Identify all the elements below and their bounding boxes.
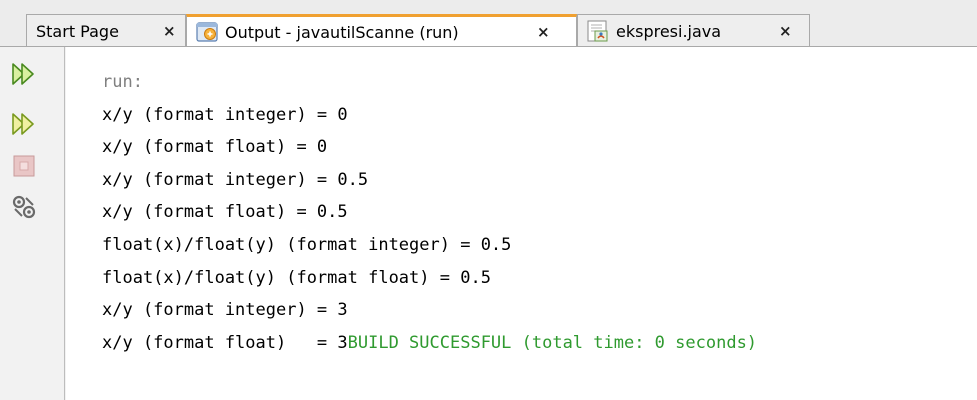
tab-ekspresi-java[interactable]: ekspresi.java × <box>577 14 810 47</box>
output-console[interactable]: run: x/y (format integer) = 0 x/y (forma… <box>102 66 757 359</box>
editor-tab-bar: Start Page × Output - javautilScanne (ru… <box>0 0 977 47</box>
console-run-line: run: <box>102 72 143 92</box>
tab-output-label: Output - javautilScanne (run) <box>225 22 459 42</box>
build-status: BUILD SUCCESSFUL (total time: 0 seconds) <box>347 332 758 353</box>
console-line: x/y (format integer) = 3 <box>102 300 348 321</box>
tab-ekspresi-label: ekspresi.java <box>616 21 722 41</box>
console-line: x/y (format integer) = 0.5 <box>102 169 369 190</box>
console-line: x/y (format integer) = 0 <box>102 104 348 125</box>
double-play-icon <box>12 63 34 85</box>
double-play-icon <box>12 113 34 135</box>
console-last-line-text: x/y (format float) = 3 <box>102 332 348 353</box>
rerun-with-different-params-button[interactable] <box>10 110 38 138</box>
console-line: float(x)/float(y) (format float) = 0.5 <box>102 267 491 288</box>
java-file-icon <box>587 20 608 42</box>
toolbar-divider <box>64 47 65 400</box>
tab-output[interactable]: Output - javautilScanne (run) × <box>186 14 577 47</box>
console-line: x/y (format float) = 0 <box>102 137 328 158</box>
tab-start-page-label: Start Page <box>36 21 119 41</box>
console-line: float(x)/float(y) (format integer) = 0.5 <box>102 234 512 255</box>
stop-button[interactable] <box>10 152 38 180</box>
output-window-icon <box>196 22 218 42</box>
tab-output-close-icon[interactable]: × <box>537 23 550 41</box>
console-last-line: x/y (format float) = 3BUILD SUCCESSFUL (… <box>102 327 757 360</box>
settings-button[interactable] <box>10 193 38 221</box>
console-line: x/y (format float) = 0.5 <box>102 202 348 223</box>
tab-ekspresi-close-icon[interactable]: × <box>779 22 792 40</box>
stop-icon <box>13 155 35 177</box>
output-toolbar <box>0 47 66 400</box>
rerun-button[interactable] <box>10 60 38 88</box>
tab-bar-divider <box>0 46 977 47</box>
tab-start-page[interactable]: Start Page × <box>26 14 186 47</box>
settings-icon <box>12 195 36 219</box>
tab-start-page-close-icon[interactable]: × <box>163 22 176 40</box>
